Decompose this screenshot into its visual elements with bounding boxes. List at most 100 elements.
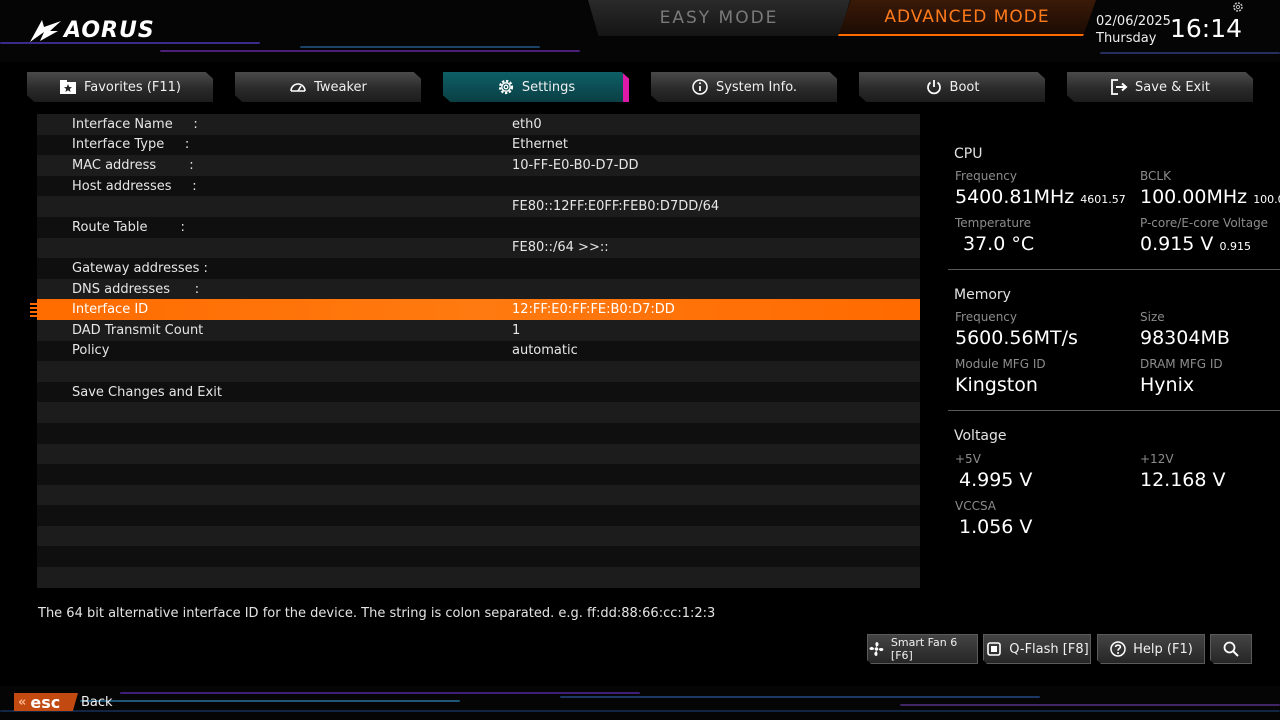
row-host-addresses[interactable]: Host addresses : (37, 175, 920, 197)
row-label: Interface Type : (72, 137, 190, 153)
tab-boot[interactable]: Boot (859, 72, 1045, 102)
help-description: The 64 bit alternative interface ID for … (38, 606, 716, 621)
tab-system-info[interactable]: System Info. (651, 72, 837, 102)
row-interface-type[interactable]: Interface Type : Ethernet (37, 134, 920, 156)
cpu-title: CPU (954, 146, 983, 162)
qflash-button[interactable]: Q-Flash [F8] (983, 634, 1091, 664)
row-policy[interactable]: Policy automatic (37, 340, 920, 362)
row-value: FE80::12FF:E0FF:FEB0:D7DD/64 (512, 199, 720, 215)
dram-mfg-value: Hynix (1140, 374, 1195, 396)
row-blank (37, 422, 920, 444)
core-voltage: 0.915 V (1140, 233, 1214, 255)
module-mfg-value: Kingston (955, 374, 1038, 396)
decor-streak (160, 50, 580, 52)
esc-key-label: esc (30, 692, 61, 712)
cpu-temperature-value: 37.0 °C (963, 233, 1035, 255)
row-blank (37, 484, 920, 506)
divider (948, 269, 1280, 270)
core-voltage-sub: 0.915 (1219, 240, 1251, 253)
cpu-frequency: 5400.81MHz (955, 186, 1075, 208)
row-label: Interface ID (72, 302, 149, 318)
tab-favorites[interactable]: Favorites (F11) (27, 72, 213, 102)
weekday-text: Thursday (1096, 31, 1157, 46)
vccsa-label: VCCSA (955, 499, 997, 513)
chip-icon (985, 640, 1003, 658)
tab-favorites-label: Favorites (F11) (83, 79, 182, 95)
info-icon (692, 79, 708, 95)
easy-mode-label: EASY MODE (659, 8, 779, 28)
row-value: 12:FF:E0:FF:FE:B0:D7:DD (512, 302, 675, 318)
row-empty (37, 361, 920, 382)
date-display: 02/06/2025 Thursday (1096, 13, 1171, 47)
bclk-sub: 100.01 (1253, 193, 1280, 206)
date-text: 02/06/2025 (1096, 14, 1171, 29)
voltage-title: Voltage (954, 428, 1007, 444)
double-chevron-left-icon: « (18, 694, 27, 710)
exit-icon (1111, 79, 1128, 95)
row-gateway-addresses[interactable]: Gateway addresses : (37, 258, 920, 279)
row-label: Route Table : (72, 219, 185, 235)
highlight-decor-right (900, 301, 918, 319)
row-route-table[interactable]: Route Table : (37, 216, 920, 238)
memory-title: Memory (954, 287, 1011, 303)
decor-streak (900, 704, 1280, 706)
row-dad-transmit-count[interactable]: DAD Transmit Count 1 (37, 319, 920, 341)
cpu-frequency-value: 5400.81MHz 4601.57 (955, 186, 1126, 208)
decor-streak (560, 696, 1040, 698)
v5-label: +5V (955, 452, 981, 466)
row-label: DNS addresses : (72, 281, 200, 297)
row-save-changes-exit[interactable]: Save Changes and Exit (37, 381, 920, 403)
row-blank (37, 546, 920, 568)
row-route-table-value[interactable]: FE80::/64 >>:: (37, 237, 920, 259)
tab-save-exit[interactable]: Save & Exit (1067, 72, 1253, 102)
smart-fan-label: Smart Fan 6 [F6] (890, 636, 958, 662)
fan-icon (868, 640, 885, 658)
search-icon (1222, 640, 1240, 658)
row-interface-id[interactable]: Interface ID 12:FF:E0:FF:FE:B0:D7:DD (37, 299, 920, 320)
qflash-label: Q-Flash [F8] (1009, 641, 1089, 657)
tab-tweaker[interactable]: Tweaker (235, 72, 421, 102)
tab-boot-label: Boot (949, 79, 980, 95)
cpu-frequency-label: Frequency (955, 169, 1017, 183)
row-label: Policy (72, 343, 110, 359)
row-value: 10-FF-E0-B0-D7-DD (512, 157, 639, 173)
brand-name: AORUS (64, 17, 155, 43)
row-value: 1 (512, 322, 521, 338)
settings-gear-icon[interactable] (1232, 1, 1244, 13)
cpu-temperature-label: Temperature (955, 216, 1032, 230)
row-blank (37, 567, 920, 588)
decor-streak (300, 46, 540, 48)
bclk-value: 100.00MHz 100.01 (1140, 186, 1280, 208)
help-button[interactable]: Help (F1) (1097, 634, 1205, 664)
tab-tweaker-label: Tweaker (314, 79, 367, 95)
decor-streak (0, 710, 1280, 712)
row-mac-address[interactable]: MAC address : 10-FF-E0-B0-D7-DD (37, 155, 920, 176)
row-blank (37, 525, 920, 547)
row-label: MAC address : (72, 157, 194, 173)
bclk-label: BCLK (1140, 169, 1171, 183)
help-icon (1109, 640, 1127, 658)
back-label: Back (81, 695, 113, 710)
settings-table: Interface Name : eth0 Interface Type : E… (37, 114, 920, 589)
tab-settings[interactable]: Settings (443, 72, 629, 102)
advanced-mode-button[interactable]: ADVANCED MODE (838, 0, 1096, 36)
row-interface-name[interactable]: Interface Name : eth0 (37, 114, 920, 135)
bclk: 100.00MHz (1140, 186, 1248, 208)
module-mfg-label: Module MFG ID (955, 357, 1046, 371)
decor-streak (1100, 52, 1280, 54)
row-value: Ethernet (512, 137, 568, 153)
memory-frequency-label: Frequency (955, 310, 1017, 324)
search-button[interactable] (1210, 634, 1252, 664)
row-host-address-value[interactable]: FE80::12FF:E0FF:FEB0:D7DD/64 (37, 196, 920, 217)
gear-icon (498, 79, 513, 95)
row-dns-addresses[interactable]: DNS addresses : (37, 278, 920, 300)
row-value: eth0 (512, 116, 542, 132)
memory-size-value: 98304MB (1140, 327, 1230, 349)
esc-button[interactable]: « esc (14, 693, 78, 711)
easy-mode-button[interactable]: EASY MODE (588, 0, 850, 36)
row-value: automatic (512, 343, 578, 359)
aorus-eagle-icon (30, 20, 61, 42)
row-label: DAD Transmit Count (72, 322, 204, 338)
smart-fan-button[interactable]: Smart Fan 6 [F6] (867, 634, 978, 664)
clock: 16:14 (1170, 14, 1243, 43)
